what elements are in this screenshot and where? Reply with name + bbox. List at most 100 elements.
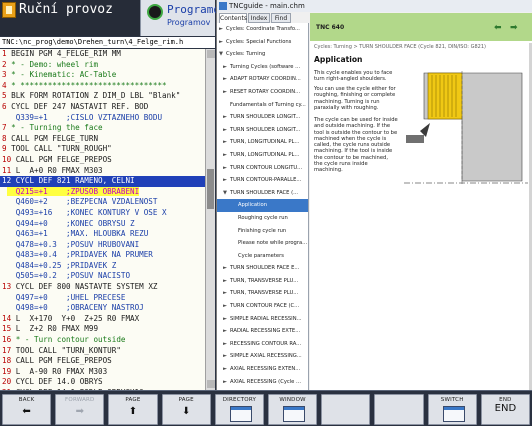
program-line[interactable]: 14 L X+170 Y+0 Z+25 R0 FMAX	[0, 314, 205, 325]
tree-item[interactable]: ► TURN, TRANSVERSE PLU...	[217, 287, 308, 300]
softkey[interactable]: DIRECTORY	[214, 394, 264, 425]
program-line[interactable]: 18 CALL PGM FELGE_PREPOS	[0, 356, 205, 367]
collapsed-chevron-icon[interactable]: ►	[223, 262, 227, 275]
program-line[interactable]: Q483=+0.4 ;PRIDAVEK NA PRUMER	[0, 250, 205, 261]
tree-item[interactable]: ► TURN, TRANSVERSE PLU...	[217, 275, 308, 288]
collapsed-chevron-icon[interactable]: ►	[223, 73, 227, 86]
program-line[interactable]: 10 CALL PGM FELGE_PREPOS	[0, 155, 205, 166]
program-line[interactable]: 8 CALL PGM FELGE_TURN	[0, 134, 205, 145]
tree-item[interactable]: ► TURN, LONGITUDINAL PL...	[217, 149, 308, 162]
collapsed-chevron-icon[interactable]: ►	[223, 376, 227, 389]
softkey[interactable]: SWITCH	[427, 394, 477, 425]
tree-item[interactable]: ► AXIAL RECESSING EXTEN...	[217, 363, 308, 376]
tree-item[interactable]: ▼ TURN SHOULDER FACE (...	[217, 187, 308, 200]
breadcrumb[interactable]: Cycles: Turning > TURN SHOULDER FACE (Cy…	[314, 44, 530, 50]
collapsed-chevron-icon[interactable]: ►	[223, 124, 227, 137]
softkey[interactable]: PAGE ⬆	[108, 394, 158, 425]
collapsed-chevron-icon[interactable]: ►	[223, 162, 227, 175]
program-line[interactable]: 2 * - Demo: wheel rim	[0, 60, 205, 71]
tree-item[interactable]: ► Cycles: Special Functions	[217, 36, 308, 49]
tree-item[interactable]: ► RECESSING CONTOUR RA...	[217, 338, 308, 351]
scroll-up-arrow-icon[interactable]	[207, 50, 215, 58]
program-line[interactable]: Q497=+0 ;UHEL PRECESE	[0, 293, 205, 304]
collapsed-chevron-icon[interactable]: ►	[223, 325, 227, 338]
program-line[interactable]: 7 * - Turning the face	[0, 123, 205, 134]
tree-item[interactable]: ► TURN SHOULDER LONGIT...	[217, 111, 308, 124]
scroll-thumb[interactable]	[207, 169, 214, 209]
program-line[interactable]: 4 * ********************************	[0, 81, 205, 92]
program-line[interactable]: Q505=+0.2 ;POSUV NACISTO	[0, 271, 205, 282]
programming-mode-tab[interactable]: Programov Programov	[140, 0, 227, 36]
collapsed-chevron-icon[interactable]: ►	[223, 338, 227, 351]
tree-item[interactable]: Please note while progra...	[217, 237, 308, 250]
program-line[interactable]: Q493=+16 ;KONEC KONTURY V OSE X	[0, 208, 205, 219]
tree-item[interactable]: Cycle parameters	[217, 250, 308, 263]
scroll-down-arrow-icon[interactable]	[207, 380, 215, 388]
collapsed-chevron-icon[interactable]: ►	[219, 23, 223, 36]
program-line[interactable]: 5 BLK FORM ROTATION Z DIM_D LBL "Blank"	[0, 91, 205, 102]
tree-item[interactable]: ► TURN CONTOUR FACE (C...	[217, 300, 308, 313]
tree-item[interactable]: Finishing cycle run	[217, 225, 308, 238]
collapsed-chevron-icon[interactable]: ►	[223, 86, 227, 99]
collapsed-chevron-icon[interactable]: ►	[223, 275, 227, 288]
tree-item[interactable]: Fundamentals of Turning cy...	[217, 99, 308, 112]
program-editor[interactable]: 1 BEGIN PGM 4_FELGE_RIM MM 2 * - Demo: wh…	[0, 49, 205, 390]
tree-item[interactable]: ► TURN, LONGITUDINAL PL...	[217, 136, 308, 149]
collapsed-chevron-icon[interactable]: ►	[223, 363, 227, 376]
program-line[interactable]: Q494=+0 ;KONEC OBRYSU Z	[0, 219, 205, 230]
tree-item[interactable]: Roughing cycle run	[217, 212, 308, 225]
collapsed-chevron-icon[interactable]: ►	[219, 36, 223, 49]
softkey[interactable]: WINDOW	[268, 394, 318, 425]
program-line[interactable]: 13 CYCL DEF 800 NASTAVTE SYSTEM XZ	[0, 282, 205, 293]
program-line[interactable]: Q484=+0.25 ;PRIDAVEK Z	[0, 261, 205, 272]
expanded-chevron-icon[interactable]: ▼	[223, 187, 227, 200]
softkey[interactable]: PAGE ⬇	[161, 394, 211, 425]
collapsed-chevron-icon[interactable]: ►	[223, 287, 227, 300]
tree-item[interactable]: ► Cycles: Coordinate Transfo...	[217, 23, 308, 36]
collapsed-chevron-icon[interactable]: ►	[223, 136, 227, 149]
program-line[interactable]: Q460=+2 ;BEZPECNA VZDALENOST	[0, 197, 205, 208]
collapsed-chevron-icon[interactable]: ►	[223, 174, 227, 187]
tree-item[interactable]: ► ADAPT ROTARY COORDIN...	[217, 73, 308, 86]
softkey[interactable]	[374, 394, 424, 425]
collapsed-chevron-icon[interactable]: ►	[223, 313, 227, 326]
collapsed-chevron-icon[interactable]: ►	[223, 350, 227, 363]
forward-arrow-icon[interactable]: ➡	[510, 24, 518, 33]
program-line[interactable]: Q463=+1 ;MAX. HLOUBKA REZU	[0, 229, 205, 240]
collapsed-chevron-icon[interactable]: ►	[223, 149, 227, 162]
program-line[interactable]: 9 TOOL CALL "TURN_ROUGH"	[0, 144, 205, 155]
softkey[interactable]	[321, 394, 371, 425]
program-line[interactable]: 1 BEGIN PGM 4_FELGE_RIM MM	[0, 49, 205, 60]
program-line[interactable]: Q339=+1 ;CISLO VZTAZNEHO BODU	[0, 113, 205, 124]
program-line[interactable]: 6 CYCL DEF 247 NASTAVIT REF. BOD	[0, 102, 205, 113]
program-line[interactable]: Q498=+0 ;OBRACENY NASTROJ	[0, 303, 205, 314]
tree-item[interactable]: ► TURN SHOULDER FACE E...	[217, 262, 308, 275]
program-line[interactable]: Q215=+1 ;ZPUSOB OBRABENI	[0, 186, 205, 198]
tree-item[interactable]: ► TURN CONTOUR LONGITU...	[217, 162, 308, 175]
softkey[interactable]: FORWARD ➡	[55, 394, 105, 425]
program-line[interactable]: 19 L A-90 R0 FMAX M303	[0, 367, 205, 378]
tab-find[interactable]: Find	[271, 13, 291, 23]
tree-item[interactable]: Application	[217, 199, 308, 212]
tree-item[interactable]: ▼ Cycles: Turning	[217, 48, 308, 61]
tab-contents[interactable]: Contents	[219, 13, 247, 23]
expanded-chevron-icon[interactable]: ▼	[219, 48, 223, 61]
tree-item[interactable]: ► Turning Cycles (software ...	[217, 61, 308, 74]
program-line[interactable]: 11 L A+0 R0 FMAX M303	[0, 166, 205, 177]
tree-item[interactable]: ► AXIAL RECESSING (Cycle ...	[217, 376, 308, 389]
program-line[interactable]: 12 CYCL DEF 821 RAMENO, CELNI	[0, 176, 205, 187]
back-arrow-icon[interactable]: ⬅	[494, 24, 502, 33]
tree-item[interactable]: ► RADIAL RECESSING EXTE...	[217, 325, 308, 338]
program-line[interactable]: 17 TOOL CALL "TURN_KONTUR"	[0, 346, 205, 357]
tree-item[interactable]: ► SIMPLE RADIAL RECESSIN...	[217, 313, 308, 326]
tab-index[interactable]: Index	[248, 13, 270, 23]
program-line[interactable]: Q478=+0.3 ;POSUV HRUBOVANI	[0, 240, 205, 251]
softkey[interactable]: END END	[480, 394, 530, 425]
softkey[interactable]: BACK ⬅	[2, 394, 52, 425]
program-line[interactable]: 15 L Z+2 R0 FMAX M99	[0, 324, 205, 335]
editor-scrollbar[interactable]	[205, 49, 215, 390]
tree-item[interactable]: ► SIMPLE AXIAL RECESSING...	[217, 350, 308, 363]
tree-item[interactable]: ► TURN SHOULDER LONGIT...	[217, 124, 308, 137]
contents-tree[interactable]: ► Cycles: Coordinate Transfo... ► Cycles: S…	[217, 23, 309, 390]
program-line[interactable]: 20 CYCL DEF 14.0 OBRYS	[0, 377, 205, 388]
